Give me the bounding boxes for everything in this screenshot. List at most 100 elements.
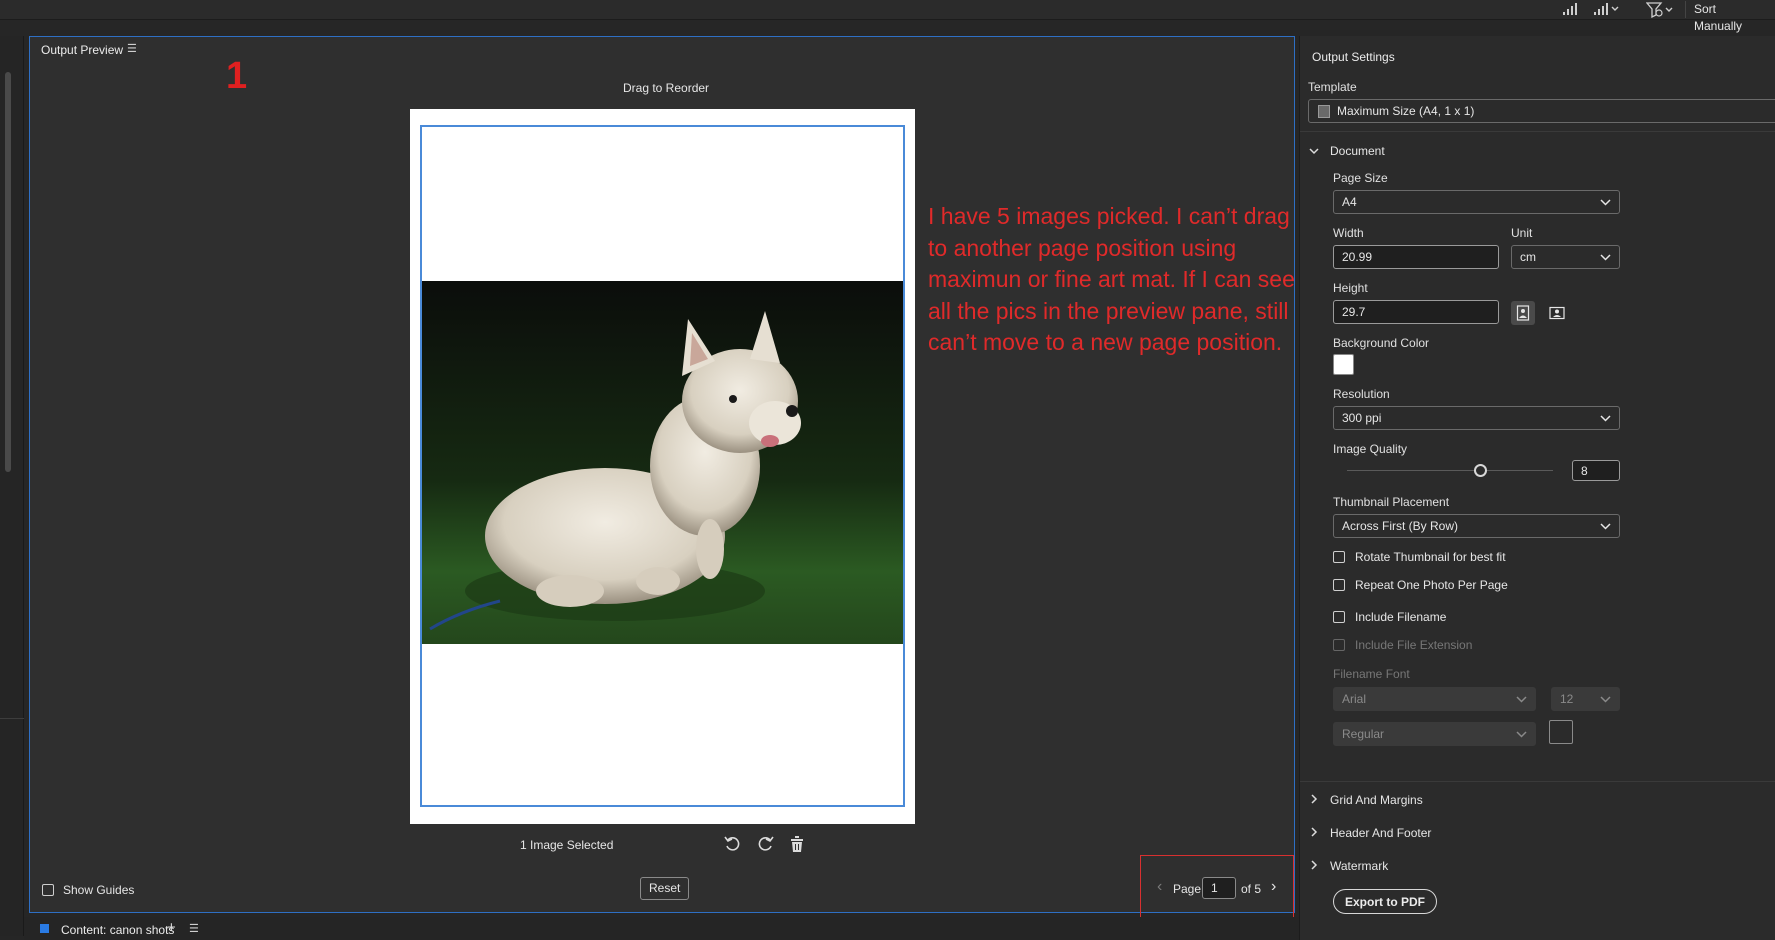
- panel-menu-icon[interactable]: ☰: [127, 42, 137, 55]
- chevron-down-icon: [1600, 515, 1611, 544]
- previous-page-icon[interactable]: ‹: [1157, 878, 1162, 896]
- show-guides-checkbox[interactable]: [42, 884, 54, 896]
- content-color-marker: [40, 924, 49, 933]
- thumbnail-placement-label: Thumbnail Placement: [1333, 495, 1450, 509]
- panel-title: Output Preview: [41, 43, 124, 57]
- separator: [1300, 781, 1775, 782]
- unit-select[interactable]: cm: [1511, 245, 1620, 269]
- document-section-label: Document: [1330, 144, 1385, 158]
- include-filename-option[interactable]: Include Filename: [1333, 610, 1446, 624]
- page-navigator: ‹ Page of 5 ›: [1140, 855, 1294, 923]
- landscape-icon: [1549, 306, 1565, 320]
- unit-value: cm: [1520, 250, 1536, 264]
- left-panel-strip: [0, 36, 24, 936]
- height-input[interactable]: [1333, 300, 1499, 324]
- page-label: Page: [1173, 882, 1202, 896]
- sort-manually-button[interactable]: Sort Manually: [1685, 1, 1775, 33]
- page-size-select[interactable]: A4: [1333, 190, 1620, 214]
- header-footer-section-toggle[interactable]: Header And Footer: [1308, 826, 1431, 840]
- sort-descending-icon[interactable]: [1593, 2, 1621, 19]
- include-extension-option: Include File Extension: [1333, 638, 1472, 652]
- chevron-right-icon: [1308, 826, 1320, 840]
- resolution-select[interactable]: 300 ppi: [1333, 406, 1620, 430]
- page-total-label: of 5: [1241, 882, 1262, 896]
- chevron-down-icon: [1600, 246, 1611, 275]
- image-quality-slider-thumb[interactable]: [1474, 464, 1488, 477]
- chevron-down-icon: [1600, 407, 1611, 436]
- template-icon: [1318, 105, 1330, 118]
- filename-font-label: Filename Font: [1333, 667, 1410, 681]
- background-color-swatch[interactable]: [1333, 354, 1354, 375]
- font-size-select: 12: [1551, 687, 1620, 711]
- rotate-thumbnail-option[interactable]: Rotate Thumbnail for best fit: [1333, 550, 1506, 564]
- include-filename-checkbox[interactable]: [1333, 611, 1345, 623]
- template-value: Maximum Size (A4, 1 x 1): [1337, 104, 1475, 118]
- chevron-down-icon: [1600, 688, 1611, 717]
- chevron-down-icon: [1600, 191, 1611, 220]
- template-select[interactable]: Maximum Size (A4, 1 x 1): [1308, 99, 1775, 123]
- height-label: Height: [1333, 281, 1368, 295]
- selection-count-label: 1 Image Selected: [520, 838, 614, 852]
- font-style-select: Regular: [1333, 722, 1536, 746]
- page-size-label: Page Size: [1333, 171, 1388, 185]
- resolution-label: Resolution: [1333, 387, 1390, 401]
- header-footer-label: Header And Footer: [1330, 826, 1432, 840]
- trash-icon[interactable]: [787, 834, 807, 854]
- left-scrollbar[interactable]: [5, 72, 11, 472]
- content-menu-icon[interactable]: ☰: [189, 922, 199, 935]
- reset-button[interactable]: Reset: [640, 877, 690, 900]
- resolution-value: 300 ppi: [1342, 411, 1382, 425]
- background-color-label: Background Color: [1333, 336, 1430, 350]
- add-icon[interactable]: +: [167, 919, 176, 936]
- image-quality-slider-track[interactable]: [1347, 470, 1553, 471]
- content-panel-title[interactable]: Content: canon shots: [61, 923, 174, 937]
- include-extension-checkbox: [1333, 639, 1345, 651]
- user-annotation-text: I have 5 images picked. I can’t drag to …: [928, 203, 1295, 355]
- chevron-down-icon: [1308, 144, 1320, 158]
- portrait-icon: [1516, 305, 1530, 321]
- font-family-value: Arial: [1342, 692, 1367, 706]
- width-input[interactable]: [1333, 245, 1499, 269]
- rotate-thumbnail-checkbox[interactable]: [1333, 551, 1345, 563]
- chevron-right-icon: [1308, 859, 1320, 873]
- annotation-number: 1: [226, 55, 248, 97]
- include-extension-label: Include File Extension: [1355, 638, 1473, 652]
- portrait-orientation-button[interactable]: [1511, 301, 1535, 325]
- filter-icon[interactable]: [1645, 2, 1676, 21]
- drag-to-reorder-label: Drag to Reorder: [623, 81, 710, 95]
- grid-margins-label: Grid And Margins: [1330, 793, 1423, 807]
- repeat-photo-option[interactable]: Repeat One Photo Per Page: [1333, 578, 1508, 592]
- watermark-label: Watermark: [1330, 859, 1389, 873]
- rotate-right-icon[interactable]: [755, 834, 775, 854]
- document-section-toggle[interactable]: Document: [1308, 144, 1385, 158]
- font-color-swatch: [1549, 720, 1573, 744]
- chevron-down-icon: [1516, 688, 1527, 717]
- sort-ascending-icon[interactable]: [1562, 2, 1578, 19]
- show-guides-toggle[interactable]: Show Guides: [42, 883, 134, 897]
- chevron-down-icon: [1516, 723, 1527, 752]
- font-size-value: 12: [1560, 692, 1574, 706]
- page-selection-frame: [420, 125, 905, 807]
- watermark-section-toggle[interactable]: Watermark: [1308, 859, 1388, 873]
- include-filename-label: Include Filename: [1355, 610, 1447, 624]
- next-page-icon[interactable]: ›: [1271, 878, 1276, 896]
- page-number-input[interactable]: [1202, 877, 1236, 899]
- width-label: Width: [1333, 226, 1364, 240]
- grid-margins-section-toggle[interactable]: Grid And Margins: [1308, 793, 1423, 807]
- rotate-thumbnail-label: Rotate Thumbnail for best fit: [1355, 550, 1506, 564]
- thumbnail-placement-select[interactable]: Across First (By Row): [1333, 514, 1620, 538]
- rotate-left-icon[interactable]: [723, 834, 743, 854]
- landscape-orientation-button[interactable]: [1545, 301, 1569, 325]
- output-preview-panel: Output Preview ☰ 1 Drag to Reorder I hav…: [29, 36, 1295, 923]
- image-quality-input[interactable]: [1572, 460, 1620, 481]
- image-quality-label: Image Quality: [1333, 442, 1408, 456]
- font-family-select: Arial: [1333, 687, 1536, 711]
- content-panel-bar: Content: canon shots + ☰: [24, 917, 1299, 940]
- settings-title: Output Settings: [1312, 50, 1395, 64]
- left-divider: [0, 718, 24, 719]
- repeat-photo-checkbox[interactable]: [1333, 579, 1345, 591]
- page-size-value: A4: [1342, 195, 1357, 209]
- page-preview[interactable]: [410, 109, 915, 824]
- export-to-pdf-button[interactable]: Export to PDF: [1333, 889, 1437, 914]
- show-guides-label: Show Guides: [63, 883, 135, 897]
